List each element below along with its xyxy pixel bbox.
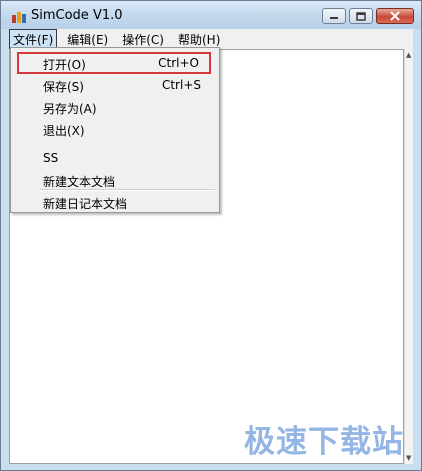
file-menu-dropdown: 打开(O) Ctrl+O 保存(S) Ctrl+S 另存为(A) 退出(X) S… <box>10 47 220 213</box>
menu-item-open[interactable]: 打开(O) Ctrl+O <box>17 52 211 74</box>
menu-item-save-as[interactable]: 另存为(A) <box>11 96 219 118</box>
close-icon <box>390 11 400 21</box>
menu-item-new-diary-doc[interactable]: 新建日记本文档 <box>11 191 219 213</box>
maximize-button[interactable] <box>349 8 373 24</box>
title-bar[interactable]: SimCode V1.0 <box>1 1 421 29</box>
menu-item-exit[interactable]: 退出(X) <box>11 118 219 140</box>
menu-item-shortcut: Ctrl+S <box>161 78 201 92</box>
menu-item-label: 新建文本文档 <box>43 175 116 189</box>
menu-item-label: 退出(X) <box>43 124 85 138</box>
window-title: SimCode V1.0 <box>31 8 123 23</box>
menu-item-ss[interactable]: SS <box>11 147 219 169</box>
close-button[interactable] <box>376 8 414 24</box>
menu-item-shortcut: Ctrl+O <box>158 56 199 70</box>
maximize-icon <box>356 11 366 21</box>
app-icon <box>12 12 26 23</box>
menu-item-label: 打开(O) <box>43 58 86 72</box>
menu-item-save[interactable]: 保存(S) Ctrl+S <box>11 74 219 96</box>
minimize-button[interactable] <box>322 8 346 24</box>
menu-item-label: 保存(S) <box>43 80 84 94</box>
menu-bar: 文件(F) 编辑(E) 操作(C) 帮助(H) <box>9 28 413 50</box>
scroll-up-icon[interactable]: ▲ <box>406 52 412 59</box>
minimize-icon <box>330 17 338 19</box>
menu-item-new-text-doc[interactable]: 新建文本文档 <box>11 169 219 191</box>
menu-item-label: 新建日记本文档 <box>43 197 128 211</box>
menu-item-label: 另存为(A) <box>43 102 97 116</box>
menu-item-label: SS <box>43 151 59 165</box>
scroll-down-icon[interactable]: ▼ <box>406 455 412 462</box>
watermark: 极速下载站 <box>244 424 404 460</box>
vertical-scrollbar[interactable]: ▲ ▼ <box>404 49 413 464</box>
